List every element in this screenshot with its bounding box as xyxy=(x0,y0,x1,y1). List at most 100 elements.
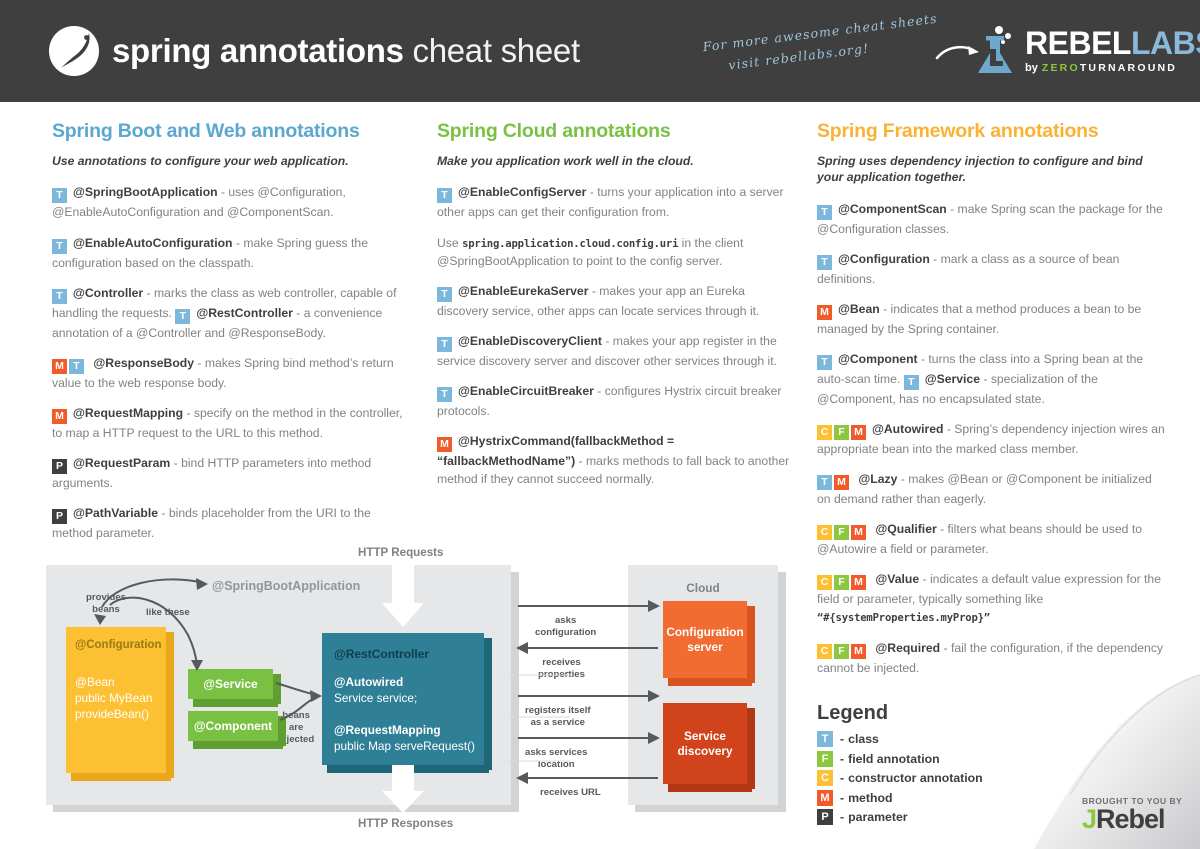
column-spring-cloud: Spring Cloud annotations Make you applic… xyxy=(437,120,792,500)
annotation-entry: C F M @Autowired - Spring’s dependency inje… xyxy=(817,420,1167,458)
annotation-name: @ResponseBody xyxy=(93,355,194,370)
badge-field-icon: F xyxy=(834,643,849,659)
annotation-desc: - fail the configuration, if the depende… xyxy=(817,640,1164,675)
annotation-name: @Controller xyxy=(73,285,144,300)
box-side xyxy=(747,708,755,789)
labs-word: LABS xyxy=(1130,25,1200,62)
annotation-name: @ComponentScan xyxy=(838,201,947,216)
legend-item-field: F- field annotation xyxy=(817,750,983,767)
badge-type-icon: T xyxy=(52,238,67,254)
annotation-entry: CFM @Qualifier - filters what beans shou… xyxy=(817,520,1167,558)
annotation-entry: T @ComponentScan - make Spring scan the p… xyxy=(817,200,1167,238)
legend-dash: - xyxy=(840,810,845,824)
component-box-label: @Component xyxy=(193,719,273,733)
legend-label: class xyxy=(848,732,879,746)
badge-type-icon: T xyxy=(817,355,832,371)
badge-field-icon: F xyxy=(817,750,833,767)
badge-type-icon: T xyxy=(437,337,452,353)
annotation-name: @EnableDiscoveryClient xyxy=(458,334,602,349)
restcontroller-box-body: @Autowired Service service; @RequestMapp… xyxy=(334,675,475,755)
configuration-box-body: @Bean public MyBean provideBean() xyxy=(75,675,153,721)
rest-service-line: Service service; xyxy=(334,690,418,705)
legend-item-class: T- class xyxy=(817,731,983,747)
badge-type-icon: T xyxy=(437,287,452,303)
badge-field-icon: F xyxy=(834,425,849,441)
configuration-box-header: @Configuration xyxy=(75,639,162,651)
annotation-code: “#{systemProperties.myProp}” xyxy=(817,612,990,625)
rebellabs-name: REBELLABS xyxy=(1025,25,1200,62)
annotation-entry: T @Controller - marks the class as web co… xyxy=(52,284,412,342)
architecture-diagram: HTTP Requests HTTP Responses Cloud @Spri… xyxy=(40,546,795,830)
legend: Legend T- class F- field annotation C - co… xyxy=(817,702,983,829)
annotation-name: @EnableAutoConfiguration xyxy=(73,235,233,250)
jrebel-wordmark: JRebel xyxy=(1082,804,1182,834)
flask-icon xyxy=(972,25,1018,77)
rebel-word: REBEL xyxy=(1025,25,1131,62)
asks-configuration-label: asks configuration xyxy=(535,615,597,638)
legend-dash: - xyxy=(840,771,845,785)
annotation-entry: T @Component - turns the class into a Spr… xyxy=(817,350,1167,408)
annotation-entry: T @EnableConfigServer - turns your applic… xyxy=(437,183,792,221)
legend-dash: - xyxy=(840,732,845,746)
annotation-entry: T @EnableDiscoveryClient - makes your app… xyxy=(437,332,792,370)
legend-item-constructor: C - constructor annotation xyxy=(817,770,983,786)
annotation-entry: CFM @Value - indicates a default value e… xyxy=(817,570,1167,627)
page-header: spring annotations cheat sheet For more … xyxy=(0,0,1200,102)
annotation-name: @Lazy xyxy=(858,472,898,487)
annotation-name: @Required xyxy=(875,640,941,655)
http-requests-label: HTTP Requests xyxy=(358,546,444,559)
rest-requestmapping-line: @RequestMapping xyxy=(334,722,441,737)
annotation-desc: - Spring’s dependency injection wires an… xyxy=(817,422,1165,457)
badge-method-icon: M xyxy=(437,437,452,453)
annotation-desc: - indicates a default value expression f… xyxy=(817,572,1161,607)
column-subtitle-framework: Spring uses dependency injection to conf… xyxy=(817,154,1143,185)
badge-method-icon: M xyxy=(52,358,67,374)
annotation-entry: T @EnableAutoConfiguration - make Spring … xyxy=(52,234,412,272)
box-bottom xyxy=(668,678,752,686)
badge-type-icon: T xyxy=(437,387,452,403)
annotation-name: @RequestMapping xyxy=(73,405,184,420)
column-subtitle-cloud: Make you application work well in the cl… xyxy=(437,154,694,168)
by-word: by xyxy=(1025,61,1038,74)
box-side xyxy=(166,632,174,778)
annotation-entry: P @RequestParam - bind HTTP parameters in… xyxy=(52,454,412,492)
badge-type-icon: T xyxy=(817,731,833,747)
badge-field-icon: F xyxy=(834,575,849,591)
legend-label: field annotation xyxy=(848,751,940,766)
configuration-box: @Configuration @Bean public MyBean provi… xyxy=(66,627,174,781)
badge-method-icon: M xyxy=(817,305,832,321)
turnaround-word: TURNAROUND xyxy=(1079,61,1178,74)
registers-itself-label: registers itself as a service xyxy=(525,705,591,728)
badge-method-icon: M xyxy=(851,425,866,441)
cloud-panel-title: Cloud xyxy=(686,581,720,595)
annotation-name: @EnableCircuitBreaker xyxy=(458,384,594,399)
legend-label: parameter xyxy=(848,810,908,824)
annotation-name: @PathVariable xyxy=(73,505,159,520)
badge-type-icon: T xyxy=(817,254,832,270)
legend-title: Legend xyxy=(817,702,889,724)
badge-constructor-icon: C xyxy=(817,575,832,591)
jrebel-j-letter: J xyxy=(1082,804,1097,834)
asks-services-location-label: asks services location xyxy=(525,747,588,770)
spring-leaf-logo xyxy=(48,25,100,77)
badge-parameter-icon: P xyxy=(817,809,833,825)
badge-constructor-icon: C xyxy=(817,770,833,786)
annotation-name: @Value xyxy=(875,572,920,587)
annotation-entry: T @EnableEurekaServer - makes your app an… xyxy=(437,282,792,320)
restcontroller-box-header: @RestController xyxy=(334,647,430,661)
annotation-prefix: Use xyxy=(437,235,463,250)
cloud-panel-shadow-bottom xyxy=(635,805,786,812)
provides-beans-label: provides beans xyxy=(86,592,126,615)
configuration-server-box: Configuration server xyxy=(663,601,755,686)
badge-constructor-icon: C xyxy=(817,425,832,441)
badge-type-icon: T xyxy=(903,375,919,391)
badge-method-icon: M xyxy=(817,789,833,806)
annotation-entry: M @Bean - indicates that a method produce… xyxy=(817,300,1167,338)
column-spring-boot: Spring Boot and Web annotations Use anno… xyxy=(52,120,412,554)
app-panel-shadow-right xyxy=(511,572,519,812)
badge-parameter-icon: P xyxy=(52,508,67,524)
box-side xyxy=(484,638,492,770)
springbootapplication-label: @SpringBootApplication xyxy=(212,579,361,593)
box-bottom xyxy=(193,699,278,707)
annotation-entry: T @SpringBootApplication - uses @Configur… xyxy=(52,183,412,221)
